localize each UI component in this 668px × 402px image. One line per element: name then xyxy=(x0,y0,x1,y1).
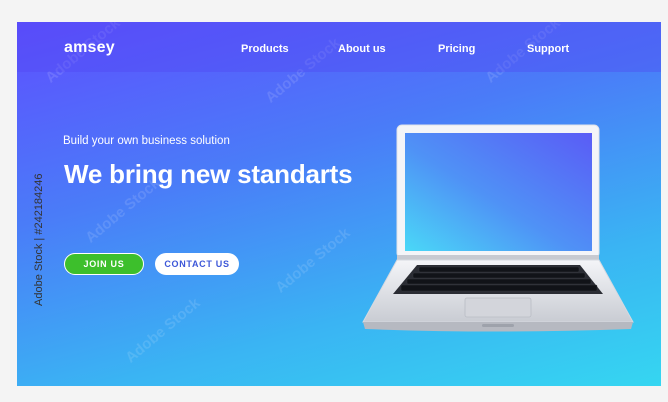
watermark-tile: Adobe Stock xyxy=(272,224,354,297)
stock-watermark-text: Adobe Stock | #242184246 xyxy=(33,173,45,306)
contact-us-button[interactable]: CONTACT US xyxy=(155,253,239,275)
trackpad xyxy=(464,297,532,318)
top-navbar: amsey Products About us Pricing Support xyxy=(17,22,661,72)
laptop-illustration xyxy=(362,124,634,332)
nav-link-products[interactable]: Products xyxy=(241,43,289,55)
brand-logo[interactable]: amsey xyxy=(64,39,115,57)
watermark-tile: Adobe Stock xyxy=(122,294,204,367)
hero-subtitle: Build your own business solution xyxy=(63,135,230,147)
join-us-button[interactable]: JOIN US xyxy=(64,253,144,275)
hero-headline: We bring new standarts xyxy=(64,159,353,189)
nav-link-pricing[interactable]: Pricing xyxy=(438,43,475,55)
nav-link-about-us[interactable]: About us xyxy=(338,43,386,55)
hero-banner: Adobe Stock Adobe Stock Adobe Stock Adob… xyxy=(17,22,661,386)
keyboard-keys xyxy=(400,266,598,292)
laptop-screen xyxy=(405,133,592,251)
nav-link-support[interactable]: Support xyxy=(527,43,569,55)
